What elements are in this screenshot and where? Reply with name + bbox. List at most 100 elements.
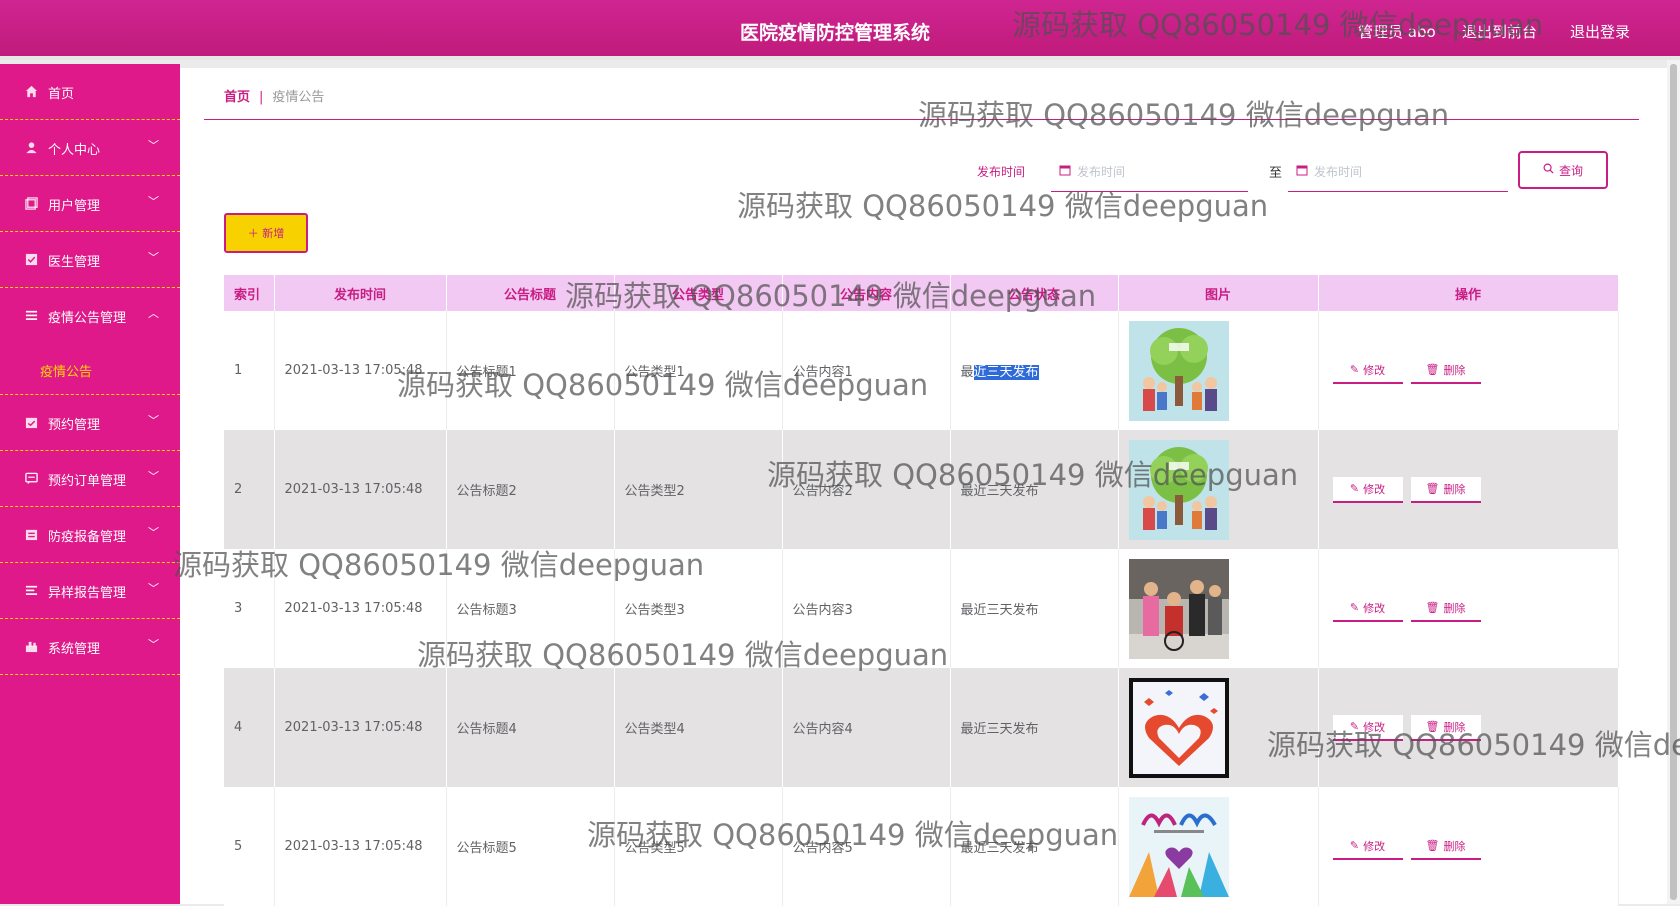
cell-time: 2021-03-13 17:05:48 [274, 311, 447, 430]
cell-image [1118, 787, 1319, 906]
edit-icon: ✎ [1349, 482, 1360, 495]
sidebar-item-label: 预约管理 [48, 418, 101, 433]
main-content: 首页 | 疫情公告 发布时间 发布时间 至 发布时间 查询 ＋ 新增 索引 发布时间… [180, 68, 1667, 906]
chevron-down-icon: ﹀ [148, 195, 159, 208]
table-row[interactable]: 5 2021-03-13 17:05:48 公告标题5 公告类型5 公告内容5 … [224, 787, 1619, 906]
query-button[interactable]: 查询 [1518, 151, 1608, 189]
edit-label: 修改 [1363, 839, 1386, 853]
sidebar-item-orders[interactable]: 预约订单管理 ﹀ [0, 451, 180, 507]
back-to-front-link[interactable]: 退出到前台 [1462, 21, 1537, 42]
search-icon [1543, 163, 1554, 177]
delete-button[interactable]: 🗑 删除 [1410, 714, 1481, 741]
delete-button[interactable]: 🗑 删除 [1410, 476, 1481, 503]
logout-link[interactable]: 退出登录 [1570, 21, 1630, 42]
breadcrumb: 首页 | 疫情公告 [224, 86, 324, 105]
sidebar-subitem-announcement[interactable]: 疫情公告 [0, 344, 180, 395]
trash-icon: 🗑 [1425, 363, 1440, 376]
sidebar-item-appointments[interactable]: 预约管理 ﹀ [0, 395, 180, 451]
cell-status: 最近三天发布 [950, 787, 1119, 906]
cell-index: 5 [224, 787, 275, 906]
cell-status: 最近三天发布 [950, 430, 1119, 549]
sidebar-item-home[interactable]: 首页 [0, 64, 180, 120]
sidebar-item-system[interactable]: 系统管理 ﹀ [0, 619, 180, 675]
breadcrumb-separator: | [259, 90, 264, 105]
cell-type: 公告类型3 [614, 549, 783, 668]
cell-type: 公告类型2 [614, 430, 783, 549]
edit-button[interactable]: ✎ 修改 [1332, 714, 1403, 741]
sidebar-item-abnormal[interactable]: 异样报告管理 ﹀ [0, 563, 180, 619]
end-date-input[interactable]: 发布时间 [1288, 152, 1508, 192]
sidebar-item-profile[interactable]: 个人中心 ﹀ [0, 120, 180, 176]
trash-icon: 🗑 [1425, 601, 1440, 614]
edit-icon: ✎ [1349, 601, 1360, 614]
top-bar: 医院疫情防控管理系统 管理员 abo 退出到前台 退出登录 [0, 0, 1680, 60]
sidebar: 首页 个人中心 ﹀ 用户管理 ﹀ 医生管理 ﹀ 疫情公告管理 ︿ 疫情公告 预约… [0, 64, 180, 904]
chevron-down-icon: ﹀ [148, 638, 159, 651]
cell-content: 公告内容1 [782, 311, 951, 430]
list-icon [24, 308, 38, 322]
table-row[interactable]: 1 2021-03-13 17:05:48 公告标题1 公告类型1 公告内容1 … [224, 311, 1619, 430]
edit-label: 修改 [1363, 482, 1386, 496]
sidebar-item-label: 预约订单管理 [48, 474, 127, 489]
sidebar-item-reports[interactable]: 防疫报备管理 ﹀ [0, 507, 180, 563]
edit-icon: ✎ [1349, 839, 1360, 852]
cell-index: 4 [224, 668, 275, 787]
edit-button[interactable]: ✎ 修改 [1332, 357, 1403, 384]
sidebar-item-announcements[interactable]: 疫情公告管理 ︿ [0, 288, 180, 344]
delete-label: 删除 [1443, 839, 1466, 853]
trash-icon: 🗑 [1425, 839, 1440, 852]
delete-button[interactable]: 🗑 删除 [1410, 357, 1481, 384]
chevron-down-icon: ﹀ [148, 582, 159, 595]
report-icon [24, 527, 38, 541]
cell-actions: ✎ 修改 🗑 删除 [1318, 430, 1619, 549]
date-range-separator: 至 [1269, 166, 1283, 181]
sidebar-item-users[interactable]: 用户管理 ﹀ [0, 176, 180, 232]
chevron-down-icon: ﹀ [148, 251, 159, 264]
edit-button[interactable]: ✎ 修改 [1332, 476, 1403, 503]
table-row[interactable]: 4 2021-03-13 17:05:48 公告标题4 公告类型4 公告内容4 … [224, 668, 1619, 787]
cell-title: 公告标题2 [446, 430, 615, 549]
cell-time: 2021-03-13 17:05:48 [274, 549, 447, 668]
delete-label: 删除 [1443, 720, 1466, 734]
cell-image [1118, 430, 1319, 549]
add-button-label: ＋ 新增 [247, 227, 285, 240]
cell-status: 最近三天发布 [950, 668, 1119, 787]
announcement-table: 索引 发布时间 公告标题 公告类型 公告内容 公告状态 图片 操作 1 2021… [224, 275, 1619, 906]
chevron-down-icon: ﹀ [148, 470, 159, 483]
status-text: 最 [960, 365, 974, 380]
chevron-down-icon: ﹀ [148, 414, 159, 427]
cell-title: 公告标题5 [446, 787, 615, 906]
cell-type: 公告类型1 [614, 311, 783, 430]
start-date-input[interactable]: 发布时间 [1051, 152, 1248, 192]
breadcrumb-current: 疫情公告 [272, 90, 325, 105]
cell-actions: ✎ 修改 🗑 删除 [1318, 787, 1619, 906]
add-button[interactable]: ＋ 新增 [224, 213, 308, 253]
cell-actions: ✎ 修改 🗑 删除 [1318, 311, 1619, 430]
column-header: 公告标题 [446, 275, 615, 311]
cell-title: 公告标题3 [446, 549, 615, 668]
cell-type: 公告类型5 [614, 787, 783, 906]
table-row[interactable]: 2 2021-03-13 17:05:48 公告标题2 公告类型2 公告内容2 … [224, 430, 1619, 549]
calendar-icon [1296, 164, 1308, 180]
cell-status: 最近三天发布 [950, 311, 1119, 430]
announcement-thumbnail [1128, 558, 1229, 659]
delete-label: 删除 [1443, 482, 1466, 496]
sidebar-item-doctors[interactable]: 医生管理 ﹀ [0, 232, 180, 288]
edit-icon: ✎ [1349, 363, 1360, 376]
app-title: 医院疫情防控管理系统 [740, 22, 931, 44]
breadcrumb-home[interactable]: 首页 [224, 90, 250, 105]
edit-button[interactable]: ✎ 修改 [1332, 595, 1403, 622]
delete-button[interactable]: 🗑 删除 [1410, 833, 1481, 860]
edit-icon: ✎ [1349, 720, 1360, 733]
status-text-selected: 近三天发布 [973, 365, 1039, 380]
delete-button[interactable]: 🗑 删除 [1410, 595, 1481, 622]
trash-icon: 🗑 [1425, 720, 1440, 733]
page-scrollbar-thumb[interactable] [1670, 64, 1677, 900]
sidebar-subitem-label[interactable]: 疫情公告 [40, 361, 92, 380]
cell-content: 公告内容3 [782, 549, 951, 668]
cell-index: 3 [224, 549, 275, 668]
edit-button[interactable]: ✎ 修改 [1332, 833, 1403, 860]
table-row[interactable]: 3 2021-03-13 17:05:48 公告标题3 公告类型3 公告内容3 … [224, 549, 1619, 668]
order-icon [24, 471, 38, 485]
chevron-down-icon: ﹀ [148, 139, 159, 152]
